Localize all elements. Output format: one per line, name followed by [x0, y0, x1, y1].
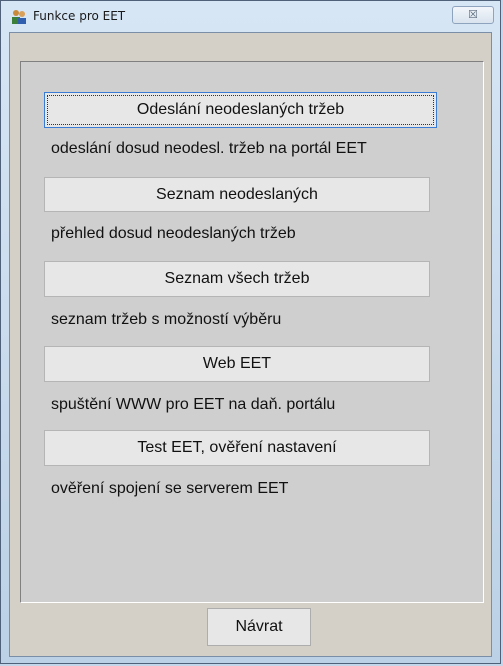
close-icon: ☒	[468, 9, 478, 21]
web-eet-button[interactable]: Web EET	[44, 346, 430, 382]
return-button[interactable]: Návrat	[207, 608, 311, 646]
window-title: Funkce pro EET	[33, 9, 126, 23]
client-area: Odeslání neodeslaných tržeb odeslání dos…	[9, 32, 492, 657]
dialog-window: Funkce pro EET ☒ Odeslání neodeslaných t…	[0, 0, 501, 664]
test-eet-label: Test EET, ověření nastavení	[137, 439, 337, 456]
send-unsent-label: Odeslání neodeslaných tržeb	[136, 101, 345, 118]
web-eet-label: Web EET	[202, 355, 272, 372]
test-eet-description: ověření spojení se serverem EET	[51, 480, 289, 497]
people-icon	[12, 10, 26, 24]
close-button[interactable]: ☒	[452, 6, 494, 24]
list-all-label: Seznam všech tržeb	[164, 270, 310, 287]
web-eet-description: spuštění WWW pro EET na daň. portálu	[51, 396, 336, 413]
list-all-description: seznam tržeb s možností výběru	[51, 311, 282, 328]
title-bar[interactable]: Funkce pro EET ☒	[1, 1, 500, 31]
send-unsent-description: odeslání dosud neodesl. tržeb na portál …	[51, 140, 367, 157]
return-label: Návrat	[235, 618, 283, 635]
list-unsent-description: přehled dosud neodeslaných tržeb	[51, 225, 296, 242]
list-unsent-label: Seznam neodeslaných	[156, 186, 318, 203]
list-all-button[interactable]: Seznam všech tržeb	[44, 261, 430, 297]
list-unsent-button[interactable]: Seznam neodeslaných	[44, 177, 430, 212]
functions-panel: Odeslání neodeslaných tržeb odeslání dos…	[20, 61, 484, 603]
test-eet-button[interactable]: Test EET, ověření nastavení	[44, 430, 430, 466]
send-unsent-button[interactable]: Odeslání neodeslaných tržeb	[44, 92, 437, 128]
